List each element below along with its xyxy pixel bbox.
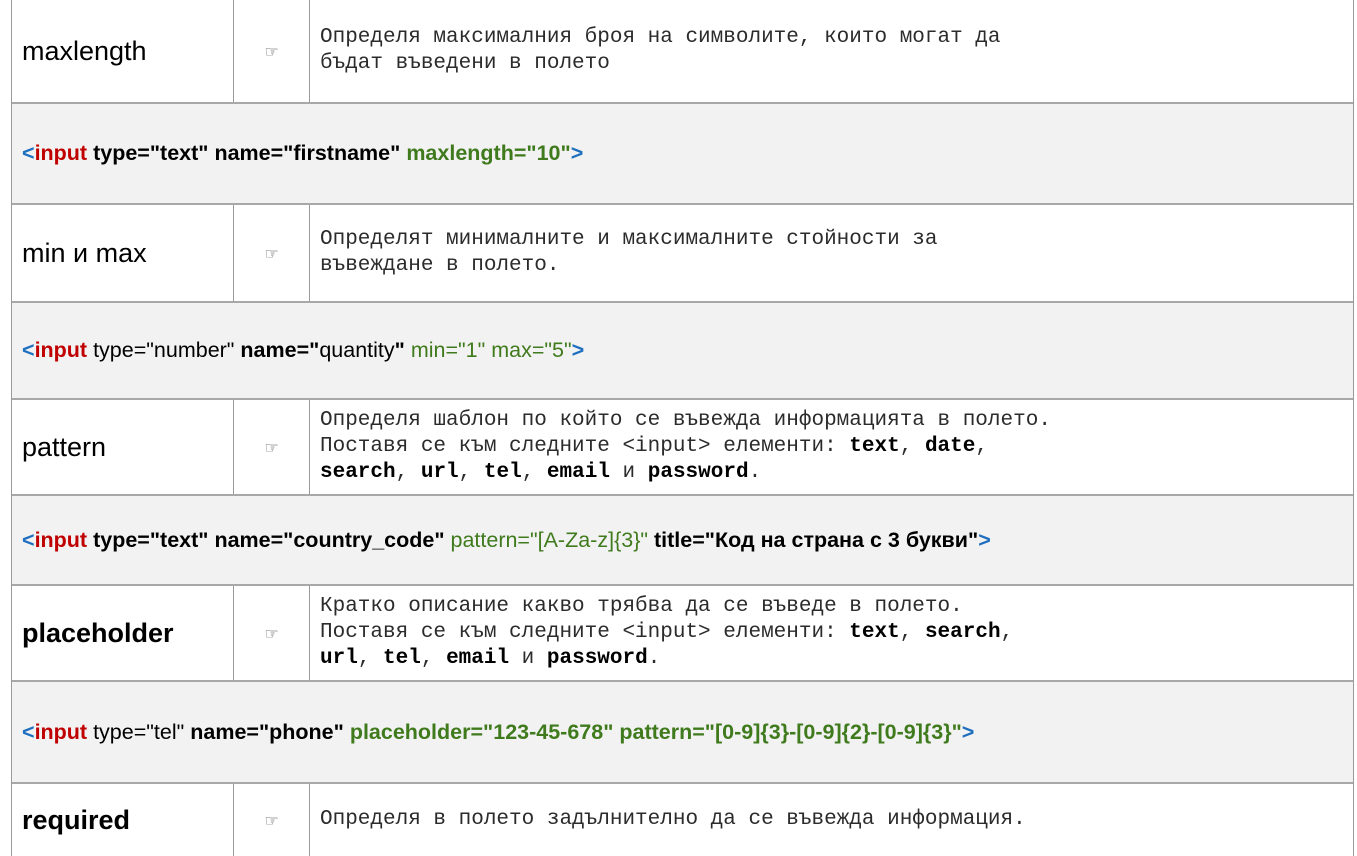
attr-row-required: required ☞ Определя в полето задълнителн… xyxy=(12,784,1353,856)
desc-line: бъдат въведени в полето xyxy=(320,51,1347,77)
code-token: type="number" xyxy=(87,338,241,362)
code-token: input xyxy=(34,141,88,165)
desc-keyword: search xyxy=(320,461,396,484)
desc-text: , xyxy=(975,435,988,458)
code-example-min-max: < input type="number" name=" quantity " min… xyxy=(12,303,1353,400)
code-token: > xyxy=(978,527,991,552)
code-token: < xyxy=(22,527,35,552)
pointing-hand-icon: ☞ xyxy=(234,586,310,680)
desc-keyword: password xyxy=(647,461,749,484)
code-token: < xyxy=(22,141,35,165)
pointing-hand-icon: ☞ xyxy=(234,205,310,301)
desc-line: search, url, tel, email и password. xyxy=(320,460,1347,486)
code-token: > xyxy=(570,141,584,165)
attr-description: Определя шаблон по който се въвежда инфо… xyxy=(310,400,1353,494)
attr-row-pattern: pattern ☞ Определя шаблон по който се въ… xyxy=(12,400,1353,496)
attr-description: Кратко описание какво трябва да се въвед… xyxy=(310,586,1353,680)
desc-text: . xyxy=(748,461,762,484)
attr-description: Определя максималния броя на символите, … xyxy=(310,0,1353,102)
desc-keyword: email xyxy=(546,461,610,484)
code-token: type="text" name="country_code" xyxy=(87,527,451,552)
desc-keyword: text xyxy=(849,435,900,458)
desc-text: въвеждане в полетo. xyxy=(320,254,560,277)
attr-row-min-max: min и max ☞ Определят минималните и макс… xyxy=(12,205,1353,303)
code-token: type="tel" xyxy=(87,719,191,744)
desc-text: , xyxy=(899,621,925,644)
attr-name: min и max xyxy=(12,205,234,301)
desc-line: Определя максималния броя на символите, … xyxy=(320,25,1347,51)
desc-line: Определят минималните и максималните сто… xyxy=(320,227,1347,253)
desc-line: Поставя се към следните <input> елементи… xyxy=(320,620,1347,646)
code-token: title="Код на страна с 3 букви" xyxy=(654,527,979,552)
desc-keyword: search xyxy=(924,621,1001,644)
desc-line: въвеждане в полетo. xyxy=(320,253,1347,279)
desc-text: , xyxy=(1000,621,1014,644)
desc-keyword: email xyxy=(446,647,510,670)
code-token: quantity xyxy=(319,338,395,362)
code-token: input xyxy=(34,338,88,362)
desc-text: , xyxy=(395,461,421,484)
code-token: name=" xyxy=(240,338,320,362)
pointing-hand-icon: ☞ xyxy=(234,0,310,102)
desc-line: Кратко описание какво трябва да се въвед… xyxy=(320,594,1347,620)
code-token: < xyxy=(22,338,35,362)
desc-keyword: tel xyxy=(483,461,522,484)
code-token: name="phone" xyxy=(190,719,350,744)
desc-line: url, tel, email и password. xyxy=(320,646,1347,672)
desc-text: , xyxy=(458,461,484,484)
attr-description: Определя в полето задълнително да се във… xyxy=(310,784,1353,856)
code-token: min="1" max="5" xyxy=(410,338,572,362)
desc-text: Поставя се към следните <input> елементи… xyxy=(320,435,850,458)
code-token: pattern="[A-Za-z]{3}" xyxy=(450,527,654,552)
desc-text: Поставя се към следните <input> елементи… xyxy=(320,621,850,644)
desc-keyword: date xyxy=(924,435,976,458)
attr-name: required xyxy=(12,784,234,856)
desc-text: Определя максималния броя на символите, … xyxy=(320,26,1001,49)
desc-text: и xyxy=(509,647,547,670)
desc-line: Определя в полето задълнително да се във… xyxy=(320,807,1347,833)
code-token: type="text" name="firstname" xyxy=(87,141,407,165)
attr-row-maxlength: maxlength ☞ Определя максималния броя на… xyxy=(12,0,1353,104)
pointing-hand-icon: ☞ xyxy=(234,784,310,856)
code-example-placeholder: < input type="tel" name="phone" placehold… xyxy=(12,682,1353,784)
desc-keyword: url xyxy=(320,647,358,670)
code-token: < xyxy=(22,719,35,744)
attr-name: maxlength xyxy=(12,0,234,102)
desc-line: Определя шаблон по който се въвежда инфо… xyxy=(320,408,1347,434)
desc-keyword: password xyxy=(546,647,648,670)
code-token: input xyxy=(34,527,88,552)
desc-text: бъдат въведени в полето xyxy=(320,52,610,75)
pointing-hand-icon: ☞ xyxy=(234,400,310,494)
attributes-table: maxlength ☞ Определя максималния броя на… xyxy=(11,0,1354,856)
code-token: > xyxy=(961,719,975,744)
attr-row-placeholder: placeholder ☞ Кратко описание какво тряб… xyxy=(12,586,1353,682)
code-token: > xyxy=(571,338,585,362)
code-example-maxlength: < input type="text" name="firstname" maxl… xyxy=(12,104,1353,205)
desc-text: Определя шаблон по който се въвежда инфо… xyxy=(320,409,1051,432)
desc-line: Поставя се към следните <input> елементи… xyxy=(320,434,1347,460)
desc-text: Определя в полето задълнително да се във… xyxy=(320,808,1026,831)
attr-description: Определят минималните и максималните сто… xyxy=(310,205,1353,301)
desc-keyword: text xyxy=(849,621,900,644)
code-example-pattern: < input type="text" name="country_code" p… xyxy=(12,496,1353,586)
desc-text: Кратко описание какво трябва да се въвед… xyxy=(320,595,963,618)
desc-text: , xyxy=(899,435,925,458)
desc-text: , xyxy=(420,647,447,670)
code-token: " xyxy=(394,338,411,362)
desc-text: , xyxy=(357,647,384,670)
desc-text: и xyxy=(609,461,648,484)
code-token: maxlength="10" xyxy=(406,141,571,165)
desc-keyword: tel xyxy=(383,647,421,670)
desc-keyword: url xyxy=(420,461,459,484)
desc-text: . xyxy=(647,647,661,670)
code-token: input xyxy=(34,719,88,744)
attr-name: pattern xyxy=(12,400,234,494)
desc-text: Определят минималните и максималните сто… xyxy=(320,228,938,251)
code-token: placeholder="123-45-678" pattern="[0-9]{… xyxy=(349,719,962,744)
desc-text: , xyxy=(521,461,547,484)
attr-name: placeholder xyxy=(12,586,234,680)
